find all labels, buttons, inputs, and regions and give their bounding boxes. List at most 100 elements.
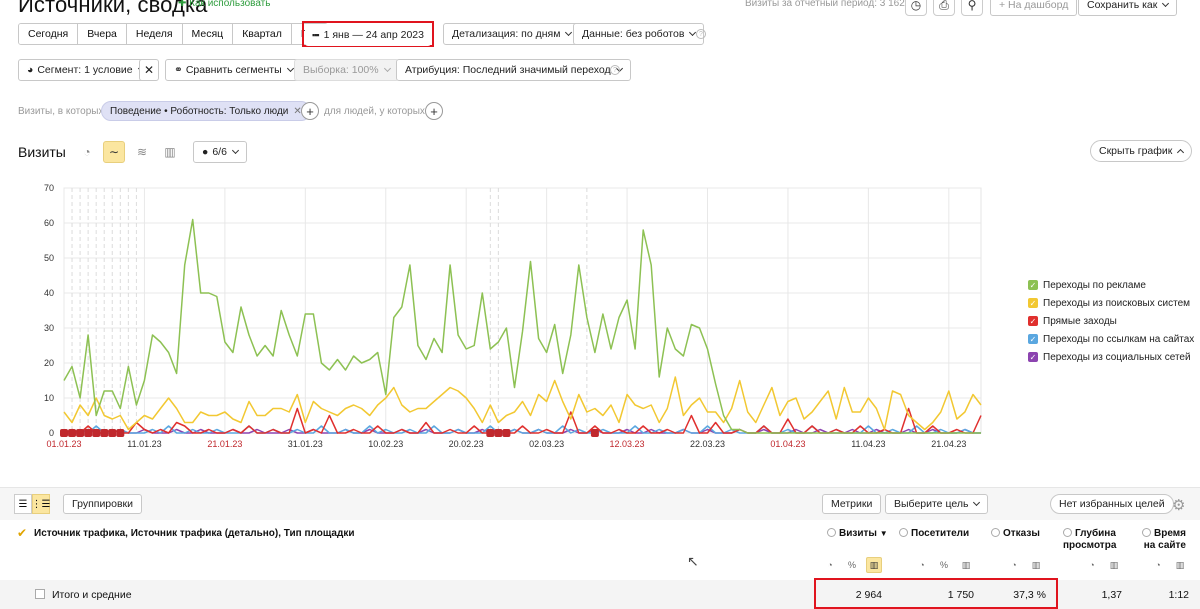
metrics-button[interactable]: Метрики	[822, 494, 882, 514]
legend-item[interactable]: ✓ Переходы по ссылкам на сайтах	[1028, 330, 1194, 348]
line-chart-type-button[interactable]: ∼	[103, 141, 125, 163]
bar-chart-icon[interactable]: ▥	[1106, 557, 1122, 573]
period-week[interactable]: Неделя	[126, 24, 183, 44]
pie-chart-type-button[interactable]: ◔	[76, 141, 98, 163]
filter-chip-robots[interactable]: Поведение • Роботность: Только люди ✕	[101, 101, 311, 121]
bar-chart-icon: ▥	[164, 145, 176, 159]
note-marker	[68, 429, 77, 437]
period-yesterday[interactable]: Вчера	[78, 24, 127, 44]
tree-view-button[interactable]: ⋮☰	[32, 494, 50, 514]
period-quarter[interactable]: Квартал	[233, 24, 292, 44]
legend-item[interactable]: ✓ Переходы из социальных сетей	[1028, 348, 1194, 366]
bar-chart-icon[interactable]: ▥	[958, 557, 974, 573]
legend-item[interactable]: ✓ Переходы по рекламе	[1028, 276, 1194, 294]
groupings-button[interactable]: Группировки	[63, 494, 143, 514]
line-chart-icon: ∼	[108, 145, 120, 159]
add-visit-condition-button[interactable]: +	[301, 102, 319, 120]
x-tick-label: 02.03.23	[529, 439, 564, 449]
legend-checkbox[interactable]: ✓	[1028, 298, 1038, 308]
column-header-time[interactable]: Время на сайте	[1130, 528, 1186, 552]
column-header-visitors[interactable]: Посетители	[899, 528, 969, 540]
column-header-bounces[interactable]: Отказы	[991, 528, 1040, 540]
x-tick-label: 11.01.23	[127, 439, 161, 449]
totals-visits: 2 964	[855, 589, 882, 601]
totals-depth: 1,37	[1101, 589, 1122, 601]
add-to-dashboard-button[interactable]: + На дашборд	[990, 0, 1078, 16]
save-as-button[interactable]: Сохранить как	[1078, 0, 1178, 16]
bar-chart-icon[interactable]: ▥	[1028, 557, 1044, 573]
add-people-condition-button[interactable]: +	[425, 102, 443, 120]
legend-item[interactable]: ✓ Прямые заходы	[1028, 312, 1194, 330]
column-header-depth[interactable]: Глубина просмотра	[1063, 528, 1123, 552]
note-marker	[76, 429, 85, 437]
segment-dropdown[interactable]: ◕ Сегмент: 1 условие	[18, 59, 153, 81]
export-icon: ⎙	[939, 0, 949, 12]
help-icon[interactable]: ?	[696, 29, 706, 39]
pie-icon[interactable]: ◔	[1006, 557, 1022, 573]
bar-chart-type-button[interactable]: ▥	[159, 141, 181, 163]
bar-chart-icon[interactable]: ▥	[1172, 557, 1188, 573]
choose-goal-dropdown[interactable]: Выберите цель	[885, 494, 989, 514]
y-tick-label: 0	[49, 428, 54, 438]
how-to-use-link[interactable]: ✚ Как использовать	[178, 0, 270, 9]
help-icon[interactable]: ?	[610, 65, 620, 75]
bounces-view-icons: ◔ ▥	[1006, 557, 1044, 573]
favorite-goals-button[interactable]: Нет избранных целей	[1050, 494, 1174, 514]
history-button[interactable]: ◷	[905, 0, 927, 16]
legend-checkbox[interactable]: ✓	[1028, 280, 1038, 290]
pie-icon[interactable]: ◔	[1084, 557, 1100, 573]
list-view-button[interactable]: ☰	[14, 494, 32, 514]
legend-checkbox[interactable]: ✓	[1028, 334, 1038, 344]
data-filter-dropdown[interactable]: Данные: без роботов	[573, 23, 705, 45]
detail-dropdown[interactable]: Детализация: по дням	[443, 23, 581, 45]
x-tick-label: 01.01.23	[46, 439, 81, 449]
area-chart-type-button[interactable]: ≋	[131, 141, 153, 163]
note-marker	[84, 429, 93, 437]
x-tick-label: 22.03.23	[690, 439, 725, 449]
check-icon[interactable]: ✔	[17, 527, 27, 539]
compare-segments-dropdown[interactable]: ⚭ Сравнить сегменты	[165, 59, 302, 81]
y-tick-label: 40	[44, 288, 54, 298]
gear-icon[interactable]: ⚙	[1172, 496, 1185, 514]
x-tick-label: 10.02.23	[368, 439, 403, 449]
totals-checkbox[interactable]	[35, 589, 45, 599]
sort-down-icon: ▼	[879, 529, 888, 538]
totals-visitors: 1 750	[947, 589, 974, 601]
info-icon	[1142, 528, 1151, 537]
note-marker	[502, 429, 511, 437]
percent-icon[interactable]: %	[844, 557, 860, 573]
legend-checkbox[interactable]: ✓	[1028, 352, 1038, 362]
pie-icon[interactable]: ◔	[914, 557, 930, 573]
people-where-label: для людей, у которых	[324, 106, 425, 117]
export-button[interactable]: ⎙	[933, 0, 955, 16]
percent-icon[interactable]: %	[936, 557, 952, 573]
hide-chart-button[interactable]: Скрыть график	[1090, 140, 1193, 162]
x-tick-label: 20.02.23	[449, 439, 484, 449]
pie-icon[interactable]: ◔	[1150, 557, 1166, 573]
y-tick-label: 50	[44, 253, 54, 263]
share-button[interactable]: ⚲	[961, 0, 983, 16]
info-icon	[899, 528, 908, 537]
chart-legend: ✓ Переходы по рекламе ✓ Переходы из поиско…	[1028, 276, 1194, 366]
legend-checkbox[interactable]: ✓	[1028, 316, 1038, 326]
y-tick-label: 20	[44, 358, 54, 368]
dimension-header[interactable]: Источник трафика, Источник трафика (дета…	[34, 528, 354, 540]
y-tick-label: 70	[44, 183, 54, 193]
sample-dropdown[interactable]: Выборка: 100%	[294, 59, 399, 81]
period-today[interactable]: Сегодня	[19, 24, 79, 44]
column-header-visits[interactable]: Визиты ▼	[827, 528, 888, 540]
clear-segment-button[interactable]: ✕	[139, 59, 159, 81]
attribution-dropdown[interactable]: Атрибуция: Последний значимый переход	[396, 59, 631, 81]
legend-item[interactable]: ✓ Переходы из поисковых систем	[1028, 294, 1194, 312]
notes-dropdown[interactable]: ● 6/6	[193, 141, 247, 163]
check-icon: ✚	[178, 0, 190, 9]
bar-chart-icon[interactable]: ▥	[866, 557, 882, 573]
totals-bounces: 37,3 %	[1013, 589, 1046, 601]
pie-icon[interactable]: ◔	[822, 557, 838, 573]
period-selector: Сегодня Вчера Неделя Месяц Квартал Год	[18, 23, 328, 45]
period-month[interactable]: Месяц	[182, 24, 234, 44]
date-range-button[interactable]: ▪▪▪ 1 янв — 24 апр 2023	[305, 24, 431, 46]
visits-line-chart: 0 10 20 30 40 50 60 70 01.01.23 11.01.23 21.01.23…	[44, 183, 982, 449]
calendar-icon: ▪▪▪	[312, 30, 320, 40]
visitors-view-icons: ◔ % ▥	[914, 557, 974, 573]
